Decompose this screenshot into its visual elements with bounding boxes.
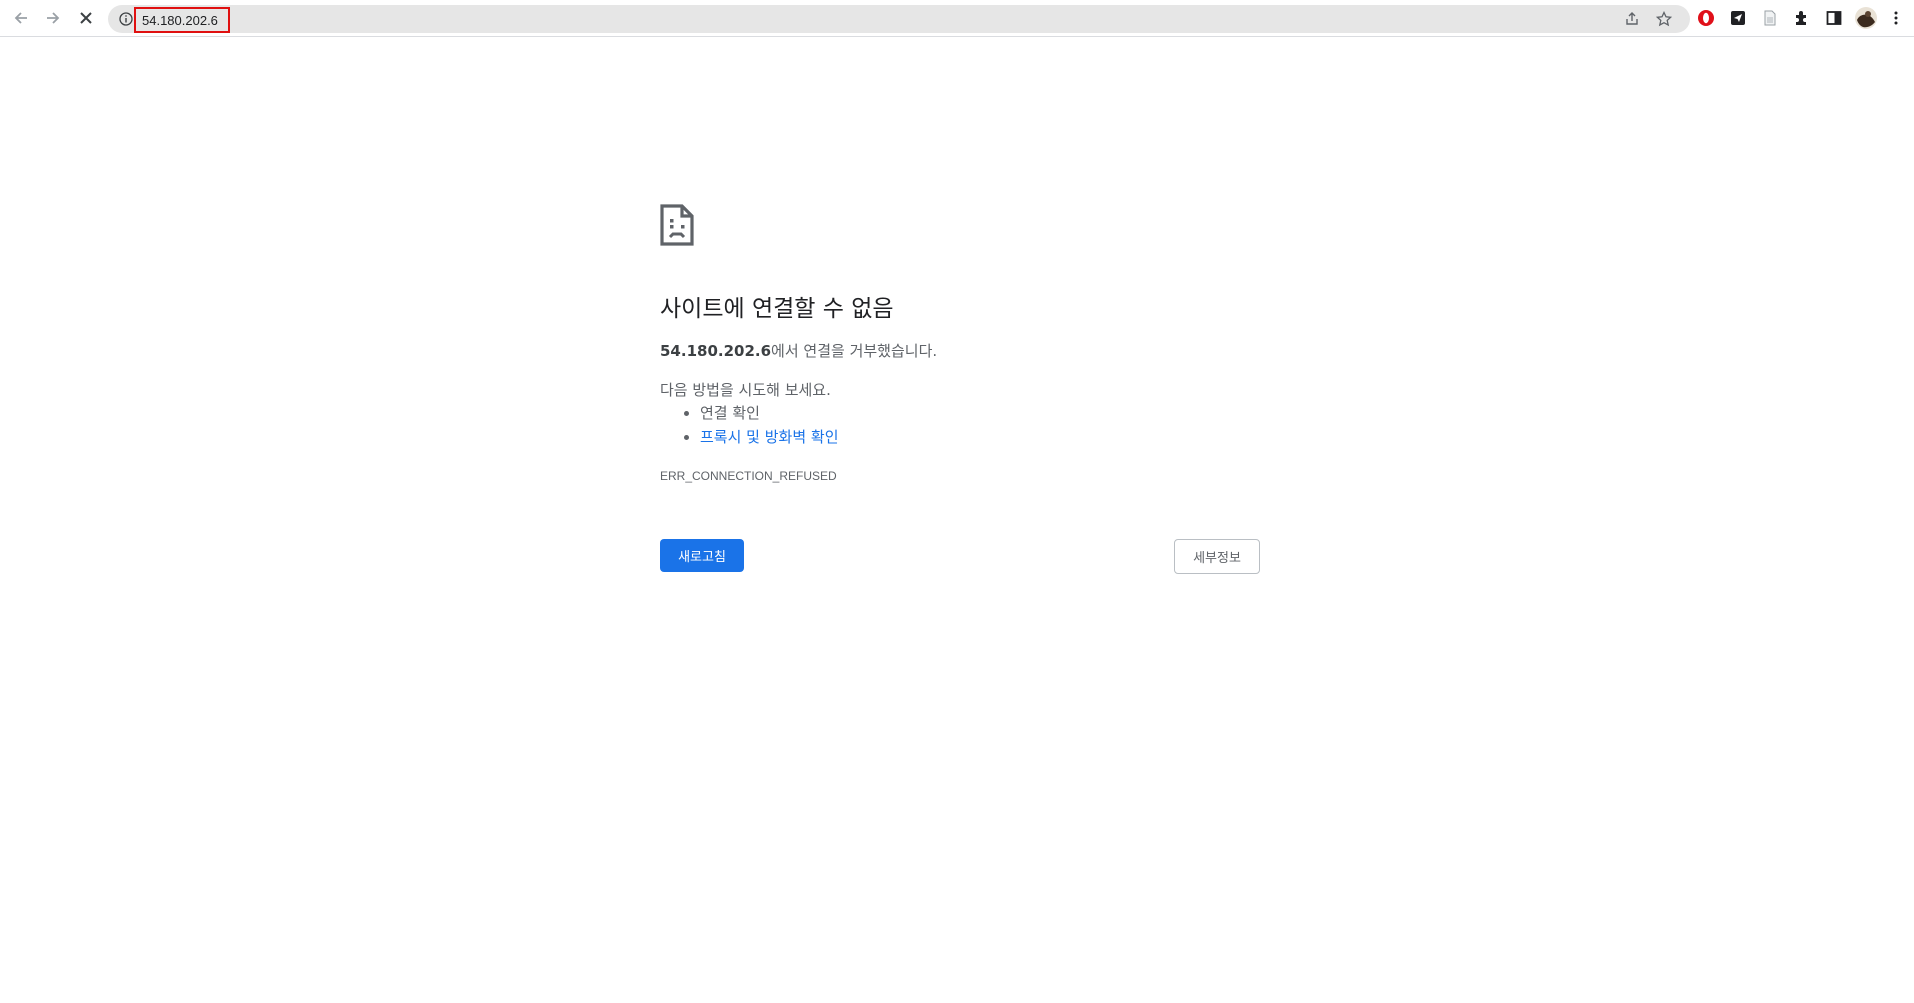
forward-arrow-icon[interactable] [41, 6, 65, 30]
side-panel-icon[interactable] [1824, 8, 1844, 28]
info-icon[interactable] [118, 11, 134, 27]
suggestion-check-proxy-firewall: 프록시 및 방화벽 확인 [700, 425, 839, 449]
error-code: ERR_CONNECTION_REFUSED [660, 469, 837, 483]
close-icon[interactable] [74, 6, 98, 30]
details-button[interactable]: 세부정보 [1174, 539, 1260, 574]
star-icon[interactable] [1654, 9, 1674, 29]
menu-icon[interactable] [1886, 8, 1906, 28]
error-title: 사이트에 연결할 수 없음 [660, 296, 894, 322]
suggestion-label: 연결 확인 [700, 404, 760, 422]
proxy-firewall-link[interactable]: 프록시 및 방화벽 확인 [700, 428, 839, 446]
puzzle-icon[interactable] [1792, 8, 1812, 28]
profile-avatar[interactable] [1854, 6, 1878, 30]
browser-toolbar: 54.180.202.6 [0, 0, 1914, 37]
suggestion-check-connection: 연결 확인 [700, 401, 839, 425]
error-message-text: 에서 연결을 거부했습니다. [771, 342, 938, 360]
url-text[interactable]: 54.180.202.6 [134, 7, 230, 33]
send-icon[interactable] [1728, 8, 1748, 28]
share-icon[interactable] [1622, 9, 1642, 29]
suggestions-heading: 다음 방법을 시도해 보세요. [660, 381, 831, 399]
document-icon[interactable] [1760, 8, 1780, 28]
error-host: 54.180.202.6 [660, 342, 772, 360]
error-message: 54.180.202.6에서 연결을 거부했습니다. [660, 340, 937, 361]
suggestions-list: 연결 확인 프록시 및 방화벽 확인 [660, 401, 839, 449]
address-bar[interactable]: 54.180.202.6 [108, 5, 1690, 33]
reload-button[interactable]: 새로고침 [660, 539, 744, 572]
back-arrow-icon[interactable] [9, 6, 33, 30]
opera-icon[interactable] [1696, 8, 1716, 28]
sad-document-icon [660, 204, 694, 246]
